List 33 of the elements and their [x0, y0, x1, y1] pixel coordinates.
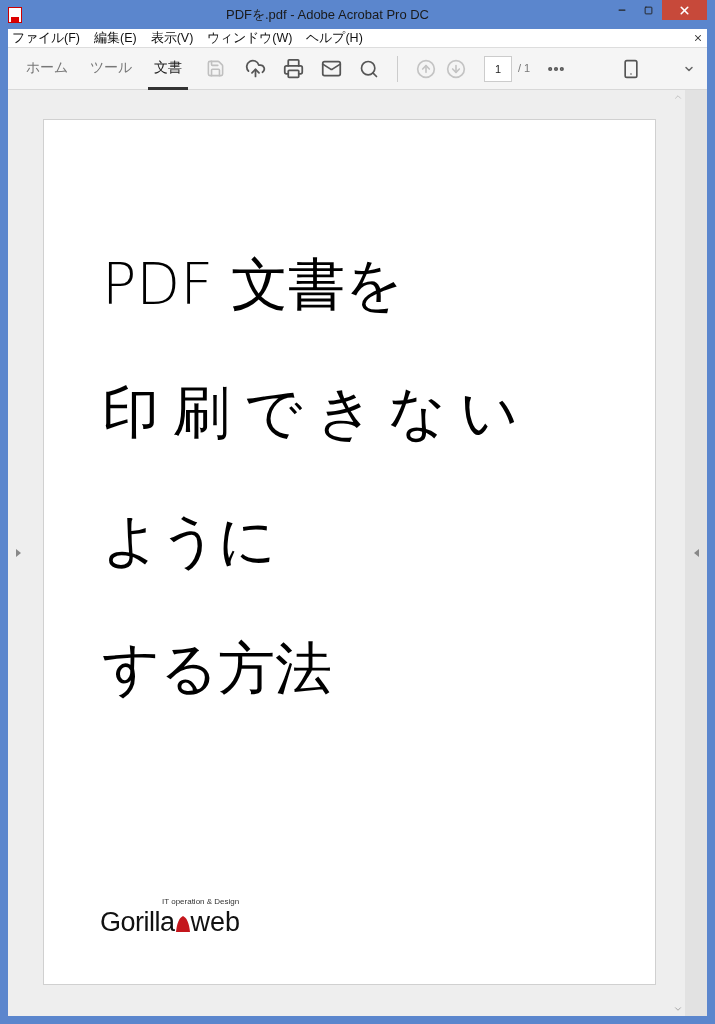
expand-right-icon[interactable] — [693, 549, 699, 557]
document-heading-line: 印刷できない — [102, 378, 533, 447]
page-number-field[interactable]: 1 — [484, 55, 512, 82]
close-document-icon[interactable] — [693, 33, 703, 43]
logo-text: Gorilla — [100, 908, 175, 936]
previous-page-icon[interactable] — [416, 58, 436, 79]
toolbar-tab[interactable]: 文書 — [148, 47, 188, 90]
cloud-upload-icon[interactable] — [245, 58, 266, 79]
toolbar-tab[interactable]: ツール — [84, 47, 138, 90]
mail-icon[interactable] — [321, 58, 342, 79]
logo-text: web — [190, 908, 241, 936]
menu-item[interactable]: ヘルプ(H) — [306, 28, 363, 48]
printer-icon[interactable] — [283, 58, 304, 79]
gorilla-logo-icon — [174, 915, 191, 933]
search-icon[interactable] — [359, 58, 379, 79]
menu-item[interactable]: 表示(V) — [150, 28, 194, 48]
document-heading-line: ように — [102, 506, 277, 575]
menu-item[interactable]: ファイル(F) — [12, 28, 80, 48]
window-title: PDFを.pdf - Adobe Acrobat Pro DC — [225, 5, 429, 24]
document-heading-line: する方法 — [102, 634, 333, 703]
document-heading-line: PDF 文書を — [102, 250, 405, 319]
save-icon[interactable] — [206, 59, 225, 78]
close-button[interactable] — [662, 0, 707, 20]
close-icon[interactable] — [678, 3, 691, 17]
menu-item[interactable]: ウィンドウ(W) — [207, 28, 293, 48]
menu-item[interactable]: 編集(E) — [93, 28, 137, 48]
toolbar-tab[interactable]: ホーム — [20, 47, 74, 90]
maximize-icon[interactable] — [644, 5, 653, 15]
next-page-icon[interactable] — [446, 58, 466, 79]
expand-left-icon[interactable] — [15, 549, 21, 557]
page-total: / 1 — [518, 61, 531, 77]
logo-tagline: IT operation & Design — [162, 896, 240, 908]
scroll-down-icon[interactable] — [673, 1004, 683, 1014]
